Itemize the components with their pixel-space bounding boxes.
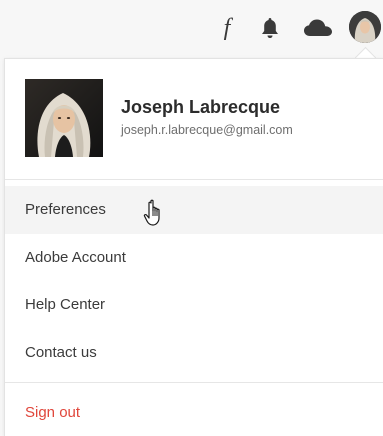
menu-item-adobe-account[interactable]: Adobe Account xyxy=(5,234,383,282)
fonts-icon[interactable]: f xyxy=(215,14,239,42)
account-menu: Joseph Labrecque joseph.r.labrecque@gmai… xyxy=(4,58,383,436)
top-bar: f xyxy=(0,0,383,58)
profile-photo xyxy=(25,79,103,157)
divider xyxy=(5,179,383,180)
profile-email: joseph.r.labrecque@gmail.com xyxy=(121,123,293,137)
cloud-icon[interactable] xyxy=(303,14,333,42)
menu-item-contact-us[interactable]: Contact us xyxy=(5,329,383,377)
divider xyxy=(5,382,383,383)
sign-out-link[interactable]: Sign out xyxy=(5,389,383,436)
menu-item-preferences[interactable]: Preferences xyxy=(5,186,383,234)
menu-item-help-center[interactable]: Help Center xyxy=(5,281,383,329)
profile-section: Joseph Labrecque joseph.r.labrecque@gmai… xyxy=(5,59,383,179)
hand-cursor-icon xyxy=(143,199,167,227)
bell-icon[interactable] xyxy=(259,14,281,42)
menu-list: Preferences Adobe Account Help Center Co… xyxy=(5,186,383,376)
avatar[interactable] xyxy=(349,11,381,43)
profile-name: Joseph Labrecque xyxy=(121,97,281,117)
